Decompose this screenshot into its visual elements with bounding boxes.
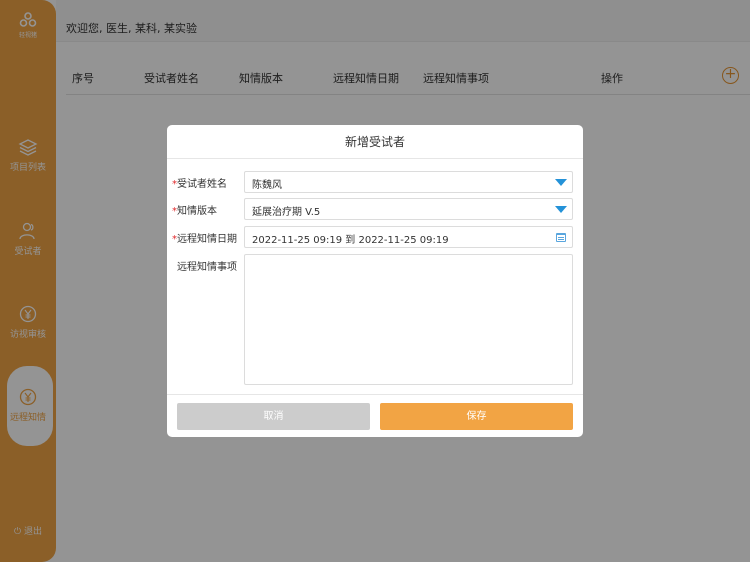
consent-version-select[interactable]: 延展治疗期 V.5 bbox=[244, 198, 573, 220]
consent-date-range-input[interactable]: 2022-11-25 09:19 到 2022-11-25 09:19 bbox=[244, 226, 573, 248]
field-label: *远程知情日期 bbox=[172, 234, 237, 245]
calendar-icon bbox=[556, 233, 566, 242]
dialog-footer: 取消 保存 bbox=[167, 394, 583, 437]
cancel-button[interactable]: 取消 bbox=[177, 403, 370, 430]
subject-name-row: *受试者姓名 陈魏风 bbox=[167, 171, 583, 193]
save-button[interactable]: 保存 bbox=[380, 403, 573, 430]
dialog-title: 新增受试者 bbox=[167, 125, 583, 159]
dropdown-arrow-icon bbox=[555, 179, 567, 186]
notes-label: 远程知情事项 bbox=[177, 262, 237, 273]
consent-date-row: *远程知情日期 2022-11-25 09:19 到 2022-11-25 09… bbox=[167, 226, 583, 248]
field-label: *知情版本 bbox=[172, 206, 217, 217]
select-value: 陈魏风 bbox=[252, 180, 282, 191]
add-subject-dialog: 新增受试者 *受试者姓名 陈魏风 *知情版本 延展治疗期 V.5 *远程知情日期… bbox=[167, 125, 583, 437]
select-value: 延展治疗期 V.5 bbox=[252, 207, 321, 218]
subject-name-select[interactable]: 陈魏风 bbox=[244, 171, 573, 193]
notes-textarea[interactable] bbox=[244, 254, 573, 385]
consent-version-row: *知情版本 延展治疗期 V.5 bbox=[167, 198, 583, 220]
field-label: *受试者姓名 bbox=[172, 179, 227, 190]
date-range-value: 2022-11-25 09:19 到 2022-11-25 09:19 bbox=[252, 235, 449, 246]
dropdown-arrow-icon bbox=[555, 206, 567, 213]
